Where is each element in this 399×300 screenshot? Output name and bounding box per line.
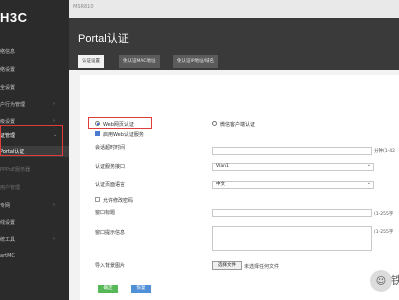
session-timeout-hint: 分钟(1-42 xyxy=(374,149,395,154)
tab-auth-settings[interactable]: 认证设置 xyxy=(78,55,104,68)
sidebar: H3C 络信息 络设置 全设置 户行为管理 › 级设置 › 证管理 ⌄ Portal认… xyxy=(0,0,69,300)
wechat-auth-label: 微信客户端认证 xyxy=(220,122,256,128)
tab-mac-exempt[interactable]: 免认证MAC地址 xyxy=(119,55,160,68)
sidebar-item-system-tools[interactable]: 统工具 › xyxy=(0,236,55,243)
apply-button[interactable]: 确定 xyxy=(98,285,118,293)
chevron-right-icon: › xyxy=(53,236,55,242)
watermark-text: 铁 xyxy=(391,274,399,287)
sidebar-item-security-settings[interactable]: 全设置 xyxy=(0,84,15,91)
wechat-auth-radio[interactable] xyxy=(212,121,217,126)
sidebar-item-user-management[interactable]: 用户管理 xyxy=(0,184,20,191)
chevron-right-icon: › xyxy=(53,118,55,124)
no-file-label: 未选择任何文件 xyxy=(244,264,280,270)
allow-change-password-label: 允许修改密码 xyxy=(103,198,134,204)
tab-ip-exempt[interactable]: 免认证IP地址/域名 xyxy=(173,55,219,68)
session-timeout-input[interactable] xyxy=(212,147,372,155)
window-title-hint: (1-255字 xyxy=(374,212,394,217)
highlight-box-web-auth xyxy=(88,117,152,129)
sidebar-item-network-settings[interactable]: 络设置 xyxy=(0,66,15,73)
page-title: Portal认证 xyxy=(78,33,129,45)
sidebar-item-pppoe-server[interactable]: PPPoE服务器 xyxy=(0,166,30,173)
auth-language-select[interactable]: 中文 xyxy=(212,180,374,189)
sidebar-item-smartmc[interactable]: artMC xyxy=(0,253,15,259)
allow-change-password-checkbox[interactable] xyxy=(95,197,100,202)
auth-interface-select[interactable]: Vlan1 xyxy=(212,162,374,171)
watermark-icon: ☺ xyxy=(370,270,392,292)
h3c-logo: H3C xyxy=(0,10,28,25)
device-name: MSR810 xyxy=(73,4,94,10)
choose-file-button[interactable]: 选择文件 xyxy=(212,261,242,270)
highlight-box-sidebar xyxy=(0,125,63,156)
window-title-input[interactable] xyxy=(212,209,372,217)
session-timeout-label: 会话超时时间 xyxy=(95,145,126,151)
bg-image-label: 导入背景图片 xyxy=(95,263,126,269)
reset-button[interactable]: 恢复 xyxy=(131,285,151,293)
sidebar-item-user-behavior[interactable]: 户行为管理 › xyxy=(0,101,55,108)
window-prompt-label: 窗口提示信息 xyxy=(95,230,126,236)
sidebar-item-vpn[interactable]: 专网 › xyxy=(0,202,55,209)
chevron-right-icon: › xyxy=(53,202,55,208)
chevron-right-icon: › xyxy=(53,101,55,107)
sidebar-item-wireless[interactable]: 线设置 xyxy=(0,219,15,226)
page-header: Portal认证 认证设置 免认证MAC地址 免认证IP地址/域名 xyxy=(69,18,399,70)
auth-interface-label: 认证服务接口 xyxy=(95,164,126,170)
sidebar-item-network-info[interactable]: 络信息 xyxy=(0,48,15,55)
window-title-label: 窗口标题 xyxy=(95,210,116,216)
enable-web-service-label: 启用Web认证服务 xyxy=(103,132,144,138)
enable-web-service-checkbox[interactable] xyxy=(95,131,100,136)
window-prompt-hint: (1-255字 xyxy=(374,230,394,235)
auth-language-label: 认证页面语言 xyxy=(95,182,126,188)
sidebar-item-advanced[interactable]: 级设置 › xyxy=(0,118,55,125)
window-prompt-textarea[interactable] xyxy=(212,226,372,251)
